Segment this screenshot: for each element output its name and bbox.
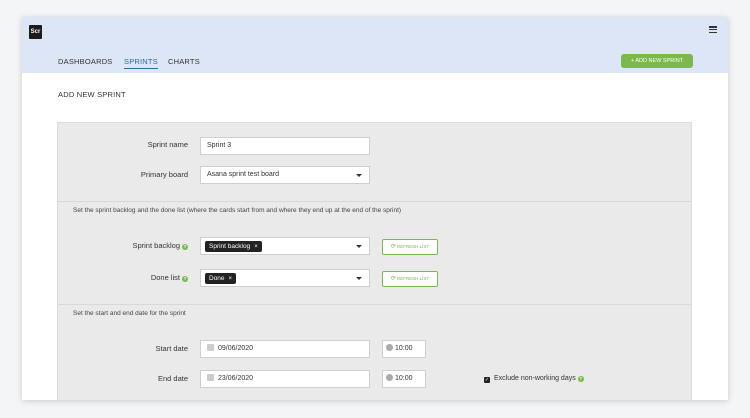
chevron-down-icon (356, 174, 362, 177)
top-header: Scr DASHBOARDS SPRINTS CHARTS + ADD NEW … (22, 17, 728, 73)
sprint-name-input[interactable]: Sprint 3 (200, 137, 370, 155)
start-date-input[interactable]: 09/06/2020 (200, 340, 370, 358)
nav-dashboards[interactable]: DASHBOARDS (58, 57, 113, 68)
app-logo[interactable]: Scr (29, 25, 42, 39)
clock-icon (386, 374, 393, 381)
chevron-down-icon (356, 277, 362, 280)
refresh-done-button[interactable]: ⟳REFRESH LIST (382, 271, 438, 287)
primary-board-value: Asana sprint test board (207, 171, 279, 178)
date-section-description: Set the start and end date for the sprin… (73, 310, 186, 317)
help-icon[interactable]: ? (182, 244, 188, 250)
end-time-input[interactable]: 10:00 (382, 370, 426, 388)
end-date-input[interactable]: 23/06/2020 (200, 370, 370, 388)
refresh-backlog-button[interactable]: ⟳REFRESH LIST (382, 239, 438, 255)
start-date-label: Start date (155, 344, 188, 353)
sprint-form-panel: Sprint name Sprint 3 Primary board Asana… (57, 122, 692, 400)
help-icon[interactable]: ? (182, 276, 188, 282)
chevron-down-icon (356, 245, 362, 248)
done-list-select[interactable]: Done × (200, 269, 370, 287)
checkbox-checked-icon[interactable]: ✓ (484, 377, 490, 383)
sprint-name-value: Sprint 3 (207, 142, 232, 149)
refresh-icon: ⟳ (390, 244, 396, 250)
sprint-backlog-label: Sprint backlog? (132, 241, 188, 250)
nav-charts[interactable]: CHARTS (168, 57, 200, 68)
section-divider (58, 201, 691, 202)
exclude-non-working-days[interactable]: ✓ Exclude non-working days? (484, 375, 584, 383)
clock-icon (386, 344, 393, 351)
nav-sprints[interactable]: SPRINTS (124, 57, 158, 69)
app-window: Scr DASHBOARDS SPRINTS CHARTS + ADD NEW … (22, 17, 728, 400)
sprint-backlog-tag: Sprint backlog × (205, 241, 262, 252)
start-time-input[interactable]: 10:00 (382, 340, 426, 358)
refresh-icon: ⟳ (390, 276, 396, 282)
done-list-tag: Done × (205, 273, 237, 284)
hamburger-menu-icon[interactable] (709, 26, 717, 34)
remove-tag-icon[interactable]: × (254, 244, 258, 250)
primary-board-label: Primary board (140, 170, 188, 179)
remove-tag-icon[interactable]: × (229, 276, 233, 282)
calendar-icon (207, 374, 214, 381)
end-date-label: End date (157, 374, 188, 383)
done-list-label: Done list? (150, 273, 188, 282)
backlog-section-description: Set the sprint backlog and the done list… (73, 207, 402, 214)
primary-board-select[interactable]: Asana sprint test board (200, 166, 370, 184)
calendar-icon (207, 344, 214, 351)
add-new-sprint-button[interactable]: + ADD NEW SPRINT (621, 54, 693, 68)
page-title: ADD NEW SPRINT (58, 90, 126, 99)
sprint-backlog-select[interactable]: Sprint backlog × (200, 237, 370, 255)
help-icon[interactable]: ? (577, 376, 584, 382)
sprint-name-label: Sprint name (147, 140, 188, 149)
section-divider (58, 304, 691, 305)
